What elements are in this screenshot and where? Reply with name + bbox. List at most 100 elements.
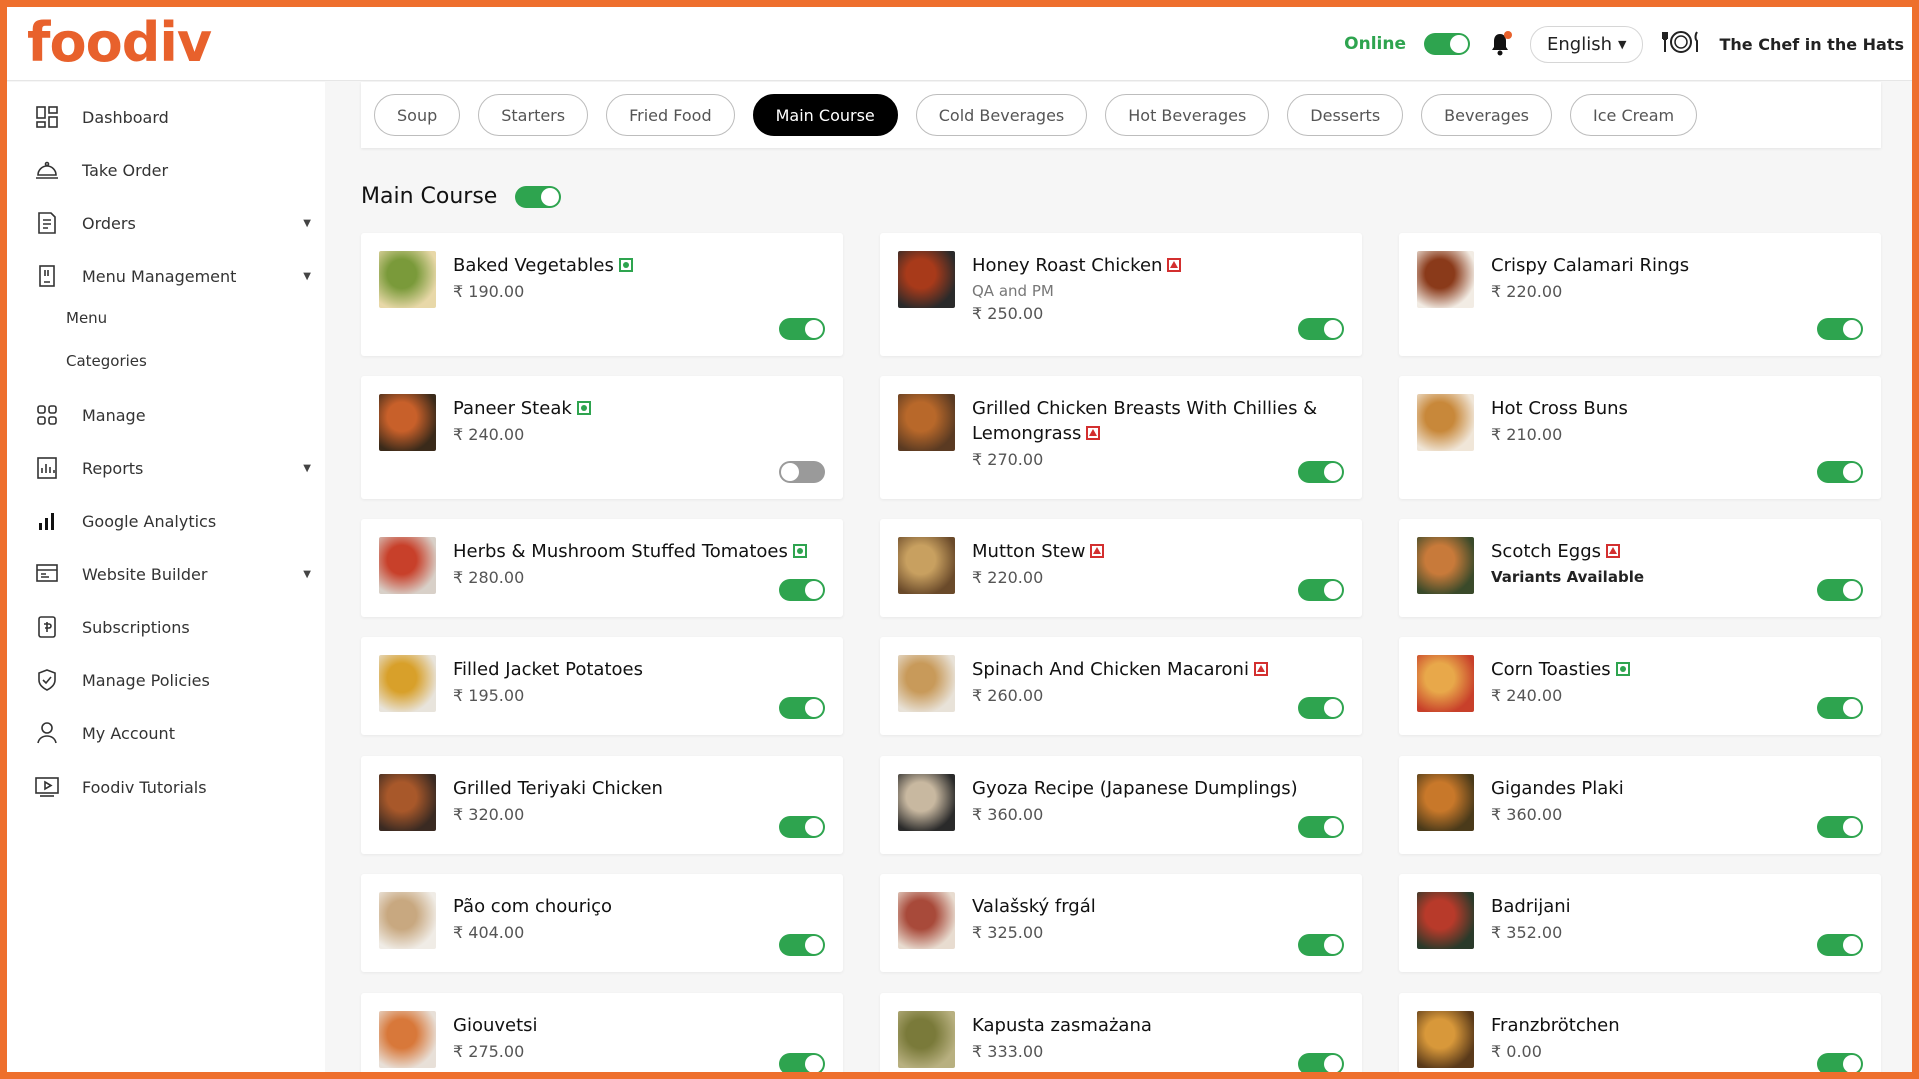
availability-toggle[interactable] <box>1817 318 1863 340</box>
sidebar-item-foodiv-tutorials[interactable]: Foodiv Tutorials <box>7 767 325 807</box>
menu-item-card[interactable]: Pão com chouriço ₹ 404.00 <box>361 874 843 972</box>
sidebar-item-manage[interactable]: Manage <box>7 395 325 435</box>
sidebar-item-dashboard[interactable]: Dashboard <box>7 97 325 137</box>
availability-toggle[interactable] <box>779 934 825 956</box>
category-tab-soup[interactable]: Soup <box>374 94 461 136</box>
category-tab-beverages[interactable]: Beverages <box>1421 94 1553 136</box>
category-tab-cold-beverages[interactable]: Cold Beverages <box>915 94 1088 136</box>
category-tab-main-course[interactable]: Main Course <box>752 94 898 136</box>
availability-toggle[interactable] <box>779 318 825 340</box>
sidebar-item-label: Foodiv Tutorials <box>82 777 207 797</box>
menu-item-card[interactable]: Honey Roast Chicken QA and PM ₹ 250.00 <box>880 233 1362 356</box>
availability-toggle[interactable] <box>1817 697 1863 719</box>
availability-toggle[interactable] <box>1298 697 1344 719</box>
availability-toggle[interactable] <box>1817 1053 1863 1072</box>
availability-toggle[interactable] <box>779 816 825 838</box>
sidebar-item-manage-policies[interactable]: Manage Policies <box>7 660 325 700</box>
menu-item-card[interactable]: Paneer Steak ₹ 240.00 <box>361 376 843 499</box>
language-select[interactable]: English ▼ <box>1530 25 1644 63</box>
menu-item-name: Grilled Teriyaki Chicken <box>453 776 807 801</box>
menu-item-image <box>1417 1011 1474 1068</box>
menu-item-card[interactable]: Gigandes Plaki ₹ 360.00 <box>1399 756 1881 854</box>
menu-item-card[interactable]: Filled Jacket Potatoes ₹ 195.00 <box>361 637 843 735</box>
user-icon <box>34 720 60 746</box>
menu-item-image <box>1417 251 1474 308</box>
online-toggle[interactable] <box>1424 33 1471 55</box>
menu-item-name-text: Grilled Teriyaki Chicken <box>453 778 663 799</box>
sidebar-item-label: Google Analytics <box>82 511 217 531</box>
sidebar-item-label: Manage <box>82 405 146 425</box>
notification-bell-icon[interactable] <box>1488 31 1513 57</box>
menu-item-card[interactable]: Gyoza Recipe (Japanese Dumplings) ₹ 360.0… <box>880 756 1362 854</box>
restaurant-name[interactable]: The Chef in the Hats <box>1719 35 1904 54</box>
menu-item-card[interactable]: Spinach And Chicken Macaroni ₹ 260.00 <box>880 637 1362 735</box>
menu-item-card[interactable]: Baked Vegetables ₹ 190.00 <box>361 233 843 356</box>
menu-item-image <box>898 394 955 451</box>
menu-item-price: ₹ 210.00 <box>1491 425 1563 444</box>
category-tab-fried-food[interactable]: Fried Food <box>606 94 735 136</box>
availability-toggle[interactable] <box>1817 579 1863 601</box>
menu-item-card[interactable]: Scotch Eggs Variants Available <box>1399 519 1881 617</box>
menu-item-name: Mutton Stew <box>972 539 1326 564</box>
menu-item-card[interactable]: Badrijani ₹ 352.00 <box>1399 874 1881 972</box>
sidebar-item-label: Subscriptions <box>82 617 190 637</box>
menu-item-card[interactable]: Grilled Teriyaki Chicken ₹ 320.00 <box>361 756 843 854</box>
availability-toggle[interactable] <box>1298 461 1344 483</box>
menu-item-card[interactable]: Kapusta zasmażana ₹ 333.00 <box>880 993 1362 1072</box>
sidebar-subitem-menu[interactable]: Menu <box>66 309 107 327</box>
sidebar-item-google-analytics[interactable]: Google Analytics <box>7 501 325 541</box>
sidebar-item-my-account[interactable]: My Account <box>7 713 325 753</box>
availability-toggle[interactable] <box>1817 461 1863 483</box>
sidebar-item-menu-management[interactable]: Menu Management ▼ <box>7 256 325 296</box>
availability-toggle[interactable] <box>779 1053 825 1072</box>
app-frame: foodiv Online English ▼ The Chef in the … <box>7 7 1912 1072</box>
availability-toggle[interactable] <box>1298 934 1344 956</box>
category-tab-hot-beverages[interactable]: Hot Beverages <box>1105 94 1270 136</box>
menu-item-card[interactable]: Valašský frgál ₹ 325.00 <box>880 874 1362 972</box>
sidebar-item-label: Orders <box>82 213 136 233</box>
menu-item-name-text: Filled Jacket Potatoes <box>453 659 643 680</box>
menu-item-price: ₹ 190.00 <box>453 282 525 301</box>
chevron-down-icon: ▼ <box>303 568 311 580</box>
availability-toggle[interactable] <box>1298 816 1344 838</box>
menu-item-card[interactable]: Hot Cross Buns ₹ 210.00 <box>1399 376 1881 499</box>
sidebar-item-website-builder[interactable]: Website Builder ▼ <box>7 554 325 594</box>
foodiv-logo[interactable]: foodiv <box>27 11 212 74</box>
shield-icon <box>34 667 60 693</box>
sidebar-item-subscriptions[interactable]: Subscriptions <box>7 607 325 647</box>
menu-item-price: ₹ 240.00 <box>1491 686 1563 705</box>
menu-item-grid: Baked Vegetables ₹ 190.00 Honey Roast Chic… <box>361 233 1881 1072</box>
menu-item-card[interactable]: Grilled Chicken Breasts With Chillies & … <box>880 376 1362 499</box>
menu-item-price: ₹ 360.00 <box>972 805 1044 824</box>
menu-item-card[interactable]: Mutton Stew ₹ 220.00 <box>880 519 1362 617</box>
menu-item-card[interactable]: Herbs & Mushroom Stuffed Tomatoes ₹ 280.0… <box>361 519 843 617</box>
availability-toggle[interactable] <box>779 579 825 601</box>
availability-toggle[interactable] <box>1298 579 1344 601</box>
menu-item-info: Valašský frgál ₹ 325.00 <box>972 894 1326 942</box>
availability-toggle[interactable] <box>1298 318 1344 340</box>
availability-toggle[interactable] <box>1817 934 1863 956</box>
menu-item-card[interactable]: Crispy Calamari Rings ₹ 220.00 <box>1399 233 1881 356</box>
sidebar-item-orders[interactable]: Orders ▼ <box>7 203 325 243</box>
section-toggle[interactable] <box>515 185 562 208</box>
analytics-icon <box>34 508 60 534</box>
availability-toggle[interactable] <box>1298 1053 1344 1072</box>
menu-item-name-text: Valašský frgál <box>972 896 1096 917</box>
menu-item-card[interactable]: Franzbrötchen ₹ 0.00 <box>1399 993 1881 1072</box>
menu-item-card[interactable]: Corn Toasties ₹ 240.00 <box>1399 637 1881 735</box>
menu-item-name-text: Honey Roast Chicken <box>972 255 1163 276</box>
category-tab-desserts[interactable]: Desserts <box>1287 94 1404 136</box>
sidebar-subitem-categories[interactable]: Categories <box>66 352 147 370</box>
veg-indicator-icon <box>576 401 591 415</box>
sidebar-item-reports[interactable]: Reports ▼ <box>7 448 325 488</box>
menu-item-name: Honey Roast Chicken <box>972 253 1326 278</box>
menu-item-name-text: Giouvetsi <box>453 1015 538 1036</box>
subscription-icon <box>34 614 60 640</box>
sidebar-item-take-order[interactable]: Take Order <box>7 150 325 190</box>
availability-toggle[interactable] <box>1817 816 1863 838</box>
availability-toggle[interactable] <box>779 461 825 483</box>
category-tab-ice-cream[interactable]: Ice Cream <box>1570 94 1698 136</box>
availability-toggle[interactable] <box>779 697 825 719</box>
category-tab-starters[interactable]: Starters <box>478 94 589 136</box>
menu-item-card[interactable]: Giouvetsi ₹ 275.00 <box>361 993 843 1072</box>
